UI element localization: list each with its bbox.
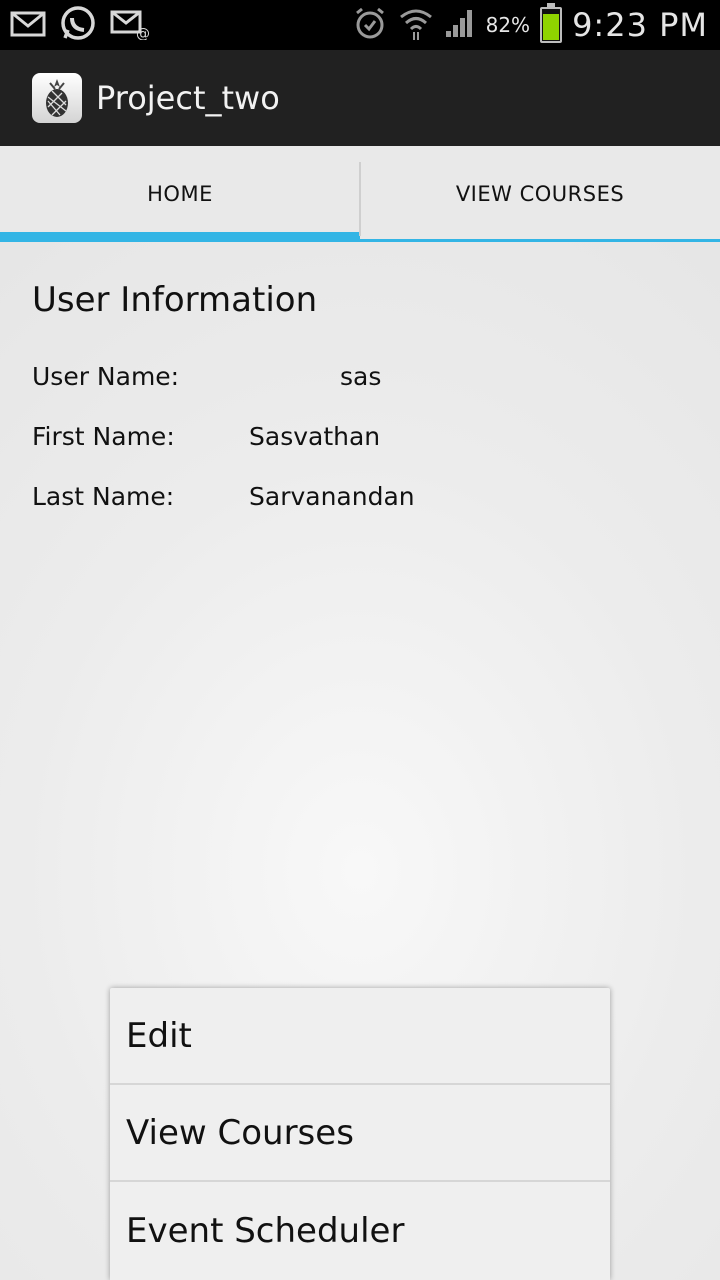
wifi-icon [398,5,434,45]
system-status: 82% 9:23 PM [352,3,708,46]
whatsapp-icon [58,4,98,48]
signal-icon [444,7,476,43]
first-name-label: First Name: [32,422,175,451]
status-bar: @ 82% 9:23 PM [0,0,720,50]
options-menu: Edit View Courses Event Scheduler [110,988,610,1280]
first-name-value: Sasvathan [249,422,381,451]
menu-item-event-scheduler[interactable]: Event Scheduler [110,1182,610,1279]
tab-home-label: HOME [147,182,213,206]
battery-percent: 82% [485,13,531,37]
svg-text:@: @ [136,26,150,40]
tab-view-courses-label: VIEW COURSES [455,182,625,206]
last-name-label: Last Name: [32,482,175,511]
user-name-value: sas [340,362,382,391]
menu-item-view-courses[interactable]: View Courses [110,1085,610,1182]
tab-home[interactable]: HOME [0,146,360,242]
battery-icon [540,3,563,43]
alarm-icon [352,5,388,45]
action-bar: Project_two [0,50,720,146]
user-name-label: User Name: [32,362,180,391]
section-title: User Information [32,280,318,320]
tab-view-courses[interactable]: VIEW COURSES [360,146,720,242]
tab-divider [359,162,361,236]
menu-item-edit[interactable]: Edit [110,988,610,1085]
pineapple-icon[interactable] [32,73,82,123]
app-title: Project_two [96,79,280,117]
notification-icons: @ [10,6,150,46]
email-icon: @ [110,8,150,44]
last-name-value: Sarvanandan [249,482,415,511]
clock-time: 9:23 PM [572,6,708,44]
gmail-icon [10,10,46,42]
